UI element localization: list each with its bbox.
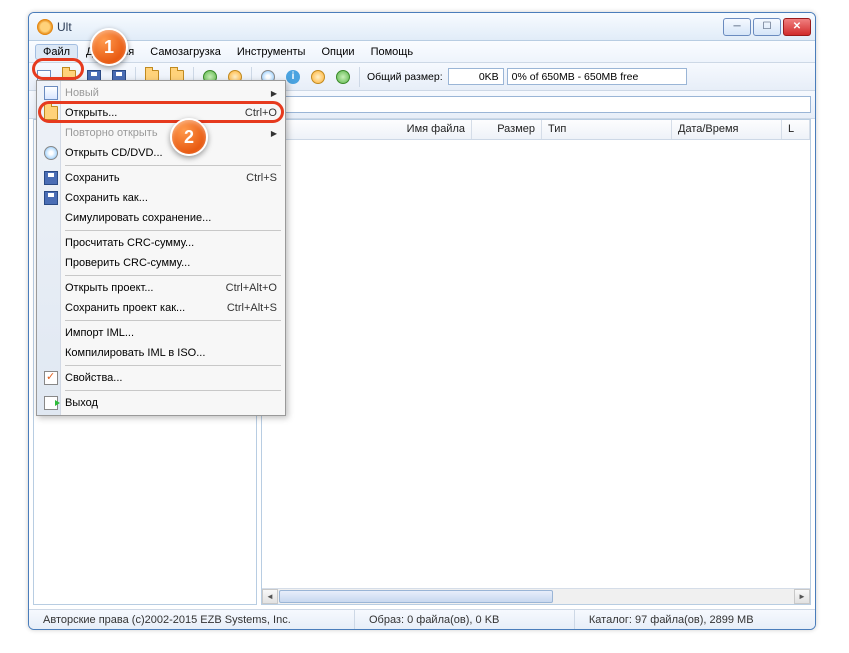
menu-item-3[interactable]: Открыть CD/DVD... — [39, 143, 283, 163]
menu-item-shortcut: Ctrl+O — [245, 107, 277, 119]
menu-help[interactable]: Помощь — [363, 44, 422, 60]
submenu-arrow-icon: ▶ — [271, 89, 277, 98]
col-datetime[interactable]: Дата/Время — [672, 120, 782, 139]
menu-item-18[interactable]: Свойства... — [39, 368, 283, 388]
col-size[interactable]: Размер — [472, 120, 542, 139]
menu-item-label: Проверить CRC-сумму... — [61, 257, 277, 269]
file-list[interactable] — [262, 140, 810, 588]
scroll-left-icon[interactable]: ◄ — [262, 589, 278, 604]
total-size-value: 0KB — [448, 68, 504, 85]
file-pane: Имя файла Размер Тип Дата/Время L ◄ ► — [261, 119, 811, 605]
col-extra[interactable]: L — [782, 120, 810, 139]
path-value: / — [265, 96, 811, 113]
total-size-label: Общий размер: — [365, 71, 445, 83]
window-title: Ult — [57, 20, 723, 34]
menu-item-label: Открыть... — [61, 107, 245, 119]
menu-item-label: Новый — [61, 87, 271, 99]
menu-item-label: Сохранить проект как... — [61, 302, 227, 314]
menu-item-1[interactable]: Открыть...Ctrl+O — [39, 103, 283, 123]
menu-item-label: Импорт IML... — [61, 327, 277, 339]
menu-item-9[interactable]: Просчитать CRC-сумму... — [39, 233, 283, 253]
menu-item-label: Сохранить как... — [61, 192, 277, 204]
menu-item-10[interactable]: Проверить CRC-сумму... — [39, 253, 283, 273]
menu-item-label: Свойства... — [61, 372, 277, 384]
menu-item-label: Открыть CD/DVD... — [61, 147, 277, 159]
horizontal-scrollbar[interactable]: ◄ ► — [262, 588, 810, 604]
menu-item-label: Выход — [61, 397, 277, 409]
menu-item-20[interactable]: Выход — [39, 393, 283, 413]
col-type[interactable]: Тип — [542, 120, 672, 139]
app-icon — [37, 19, 53, 35]
menu-item-shortcut: Ctrl+S — [246, 172, 277, 184]
menu-bootable[interactable]: Самозагрузка — [142, 44, 229, 60]
free-space-bar: 0% of 650MB - 650MB free — [507, 68, 687, 85]
statusbar: Авторские права (c)2002-2015 EZB Systems… — [29, 609, 815, 629]
menu-item-label: Просчитать CRC-сумму... — [61, 237, 277, 249]
close-button[interactable]: ✕ — [783, 18, 811, 36]
status-copyright: Авторские права (c)2002-2015 EZB Systems… — [29, 610, 355, 629]
menu-item-0[interactable]: Новый▶ — [39, 83, 283, 103]
menu-item-shortcut: Ctrl+Alt+S — [227, 302, 277, 314]
menu-item-13[interactable]: Сохранить проект как...Ctrl+Alt+S — [39, 298, 283, 318]
menu-item-label: Открыть проект... — [61, 282, 226, 294]
scroll-thumb[interactable] — [279, 590, 553, 603]
minimize-button[interactable]: ─ — [723, 18, 751, 36]
menu-item-shortcut: Ctrl+Alt+O — [226, 282, 277, 294]
menu-file[interactable]: Файл — [35, 44, 78, 60]
menu-item-12[interactable]: Открыть проект...Ctrl+Alt+O — [39, 278, 283, 298]
checksum-button[interactable] — [307, 66, 329, 88]
menu-item-label: Повторно открыть — [61, 127, 271, 139]
menu-item-7[interactable]: Симулировать сохранение... — [39, 208, 283, 228]
menu-options[interactable]: Опции — [313, 44, 362, 60]
annotation-callout-1: 1 — [90, 28, 128, 66]
titlebar: Ult ─ ☐ ✕ — [29, 13, 815, 41]
annotation-callout-2: 2 — [170, 118, 208, 156]
menu-item-2[interactable]: Повторно открыть▶ — [39, 123, 283, 143]
column-header: Имя файла Размер Тип Дата/Время L — [262, 120, 810, 140]
menu-item-label: Сохранить — [61, 172, 246, 184]
menu-item-label: Симулировать сохранение... — [61, 212, 277, 224]
menu-item-label: Компилировать IML в ISO... — [61, 347, 277, 359]
menu-item-16[interactable]: Компилировать IML в ISO... — [39, 343, 283, 363]
menu-item-15[interactable]: Импорт IML... — [39, 323, 283, 343]
status-image: Образ: 0 файла(ов), 0 KB — [355, 610, 575, 629]
menu-tools[interactable]: Инструменты — [229, 44, 314, 60]
status-catalog: Каталог: 97 файла(ов), 2899 MB — [575, 610, 815, 629]
menu-item-6[interactable]: Сохранить как... — [39, 188, 283, 208]
maximize-button[interactable]: ☐ — [753, 18, 781, 36]
submenu-arrow-icon: ▶ — [271, 129, 277, 138]
menubar: Файл Действия Самозагрузка Инструменты О… — [29, 41, 815, 63]
refresh-button[interactable] — [332, 66, 354, 88]
menu-item-5[interactable]: СохранитьCtrl+S — [39, 168, 283, 188]
scroll-right-icon[interactable]: ► — [794, 589, 810, 604]
file-menu-dropdown: Новый▶Открыть...Ctrl+OПовторно открыть▶О… — [36, 80, 286, 416]
col-filename[interactable]: Имя файла — [262, 120, 472, 139]
